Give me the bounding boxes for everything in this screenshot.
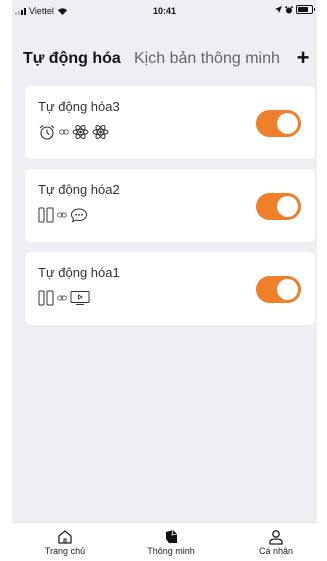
alarm-clock-icon [39,125,55,140]
automation-toggle[interactable] [256,110,301,137]
tab-bar: Tự động hóa Kịch bản thông minh + [12,46,317,74]
add-button[interactable]: + [293,46,313,70]
toggle-knob [277,113,298,134]
automation-icons [38,290,90,306]
bottom-nav: Trang chủ Thông minh Cá nhân [12,522,317,561]
automation-name: Tự động hóa2 [38,182,120,197]
automation-card-2[interactable]: Tự động hóa2 [25,169,315,242]
tab-smart-scenario[interactable]: Kịch bản thông minh [134,50,284,68]
status-bar: Viettel 10:41 [12,0,317,22]
toggle-knob [277,196,298,217]
location-arrow-icon [275,6,282,13]
chat-bubble-icon [70,208,88,223]
automation-name: Tự động hóa1 [38,265,120,280]
link-icon [57,295,67,301]
status-right [275,5,315,14]
smart-icon [166,529,178,543]
atom-icon [92,124,109,140]
automation-card-1[interactable]: Tự động hóa1 [25,252,315,325]
tab-automation[interactable]: Tự động hóa [23,50,121,68]
nav-smart[interactable]: Thông minh [131,529,211,556]
person-icon [269,530,283,545]
nav-home[interactable]: Trang chủ [25,529,105,556]
status-time: 10:41 [152,6,177,16]
home-icon [58,530,72,544]
automation-toggle[interactable] [256,193,301,220]
alarm-status-icon [285,5,293,13]
app-screen: Viettel 10:41 Tự động hóa Kịch bản thông… [12,0,317,561]
door-sensor-icon [38,290,54,306]
automation-name: Tự động hóa3 [38,99,120,114]
automation-icons [38,207,88,223]
link-icon [59,129,69,135]
battery-icon [296,5,315,14]
link-icon [57,212,67,218]
nav-smart-label: Thông minh [147,546,195,556]
nav-profile[interactable]: Cá nhân [236,529,316,556]
door-sensor-icon [38,207,54,223]
nav-profile-label: Cá nhân [258,546,294,556]
tv-icon [70,291,90,305]
toggle-knob [277,279,298,300]
nav-home-label: Trang chủ [44,546,86,556]
automation-icons [38,124,109,140]
atom-icon [72,124,89,140]
automation-card-3[interactable]: Tự động hóa3 [25,86,315,159]
automation-toggle[interactable] [256,276,301,303]
